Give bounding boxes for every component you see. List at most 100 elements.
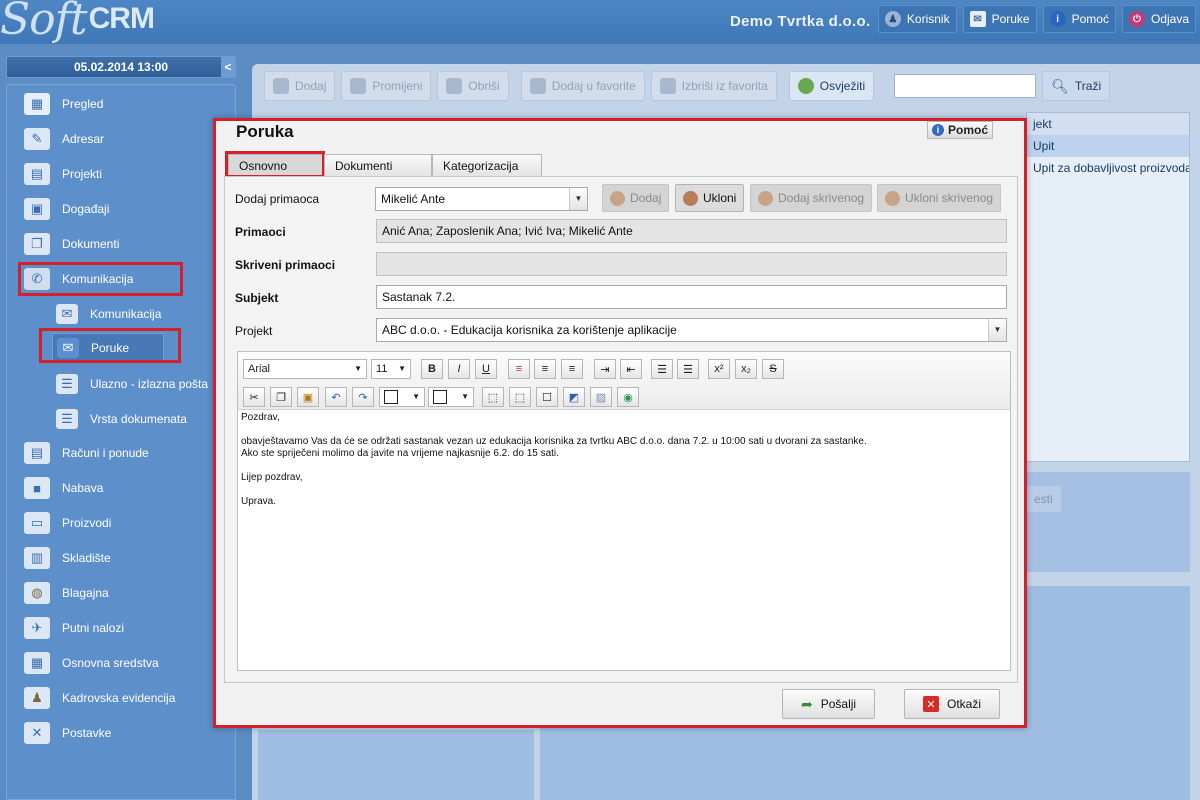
add-hidden-recipient-button[interactable]: Dodaj skrivenog: [750, 184, 873, 212]
bold-button[interactable]: B: [421, 359, 443, 379]
background-color-select[interactable]: ▼: [428, 387, 474, 407]
send-button[interactable]: ➦ Pošalji: [782, 689, 876, 719]
web-link-icon[interactable]: ◉: [617, 387, 639, 407]
pattern-icon[interactable]: ▨: [590, 387, 612, 407]
highlight-komunikacija: [18, 262, 183, 296]
remove-hidden-recipient-button[interactable]: Ukloni skrivenog: [877, 184, 1002, 212]
sidebar-subitem-komunikacija[interactable]: ✉ Komunikacija: [56, 299, 161, 329]
sidebar-subitem-ulazno-izlazna-posta[interactable]: ☰ Ulazno - izlazna pošta: [56, 369, 208, 399]
refresh-button[interactable]: Osvježiti: [788, 71, 875, 101]
overview-icon: ▦: [24, 93, 50, 115]
delete-button[interactable]: Obriši: [437, 71, 509, 101]
main-toolbar: Dodaj Promijeni Obriši Dodaj u favorite …: [256, 70, 1200, 102]
editor-line: Lijep pozdrav,: [241, 472, 303, 483]
cash-register-icon: ◍: [24, 582, 50, 604]
project-label: Projekt: [235, 324, 273, 338]
app-logo: SoftCRM: [0, 0, 155, 45]
background-panel-left: [258, 730, 534, 800]
cancel-button[interactable]: ✕ Otkaži: [904, 689, 1001, 719]
project-select[interactable]: ABC d.o.o. - Edukacija korisnika za kori…: [376, 318, 1007, 342]
sidebar-item-osnovna-sredstva[interactable]: ▦ Osnovna sredstva: [24, 648, 159, 678]
box-icon[interactable]: ☐: [536, 387, 558, 407]
sidebar-item-adresar[interactable]: ✎ Adresar: [24, 124, 104, 154]
font-family-select[interactable]: Arial ▼: [243, 359, 367, 379]
edit-icon: [350, 78, 367, 94]
dialog-help-button[interactable]: i Pomoć: [927, 121, 993, 139]
list-item[interactable]: Upit za dobavljivost proizvoda: [1027, 157, 1189, 179]
tab-dokumenti[interactable]: Dokumenti: [324, 154, 432, 177]
align-right-button[interactable]: ≡: [561, 359, 583, 379]
align-left-button[interactable]: ≡: [508, 359, 530, 379]
sidebar-item-postavke[interactable]: ✕ Postavke: [24, 718, 111, 748]
collapse-sidebar-button[interactable]: <: [221, 57, 235, 77]
remove-recipient-button[interactable]: Ukloni: [675, 184, 745, 212]
sidebar-item-dogadaji[interactable]: ▣ Događaji: [24, 194, 109, 224]
sidebar-item-blagajna[interactable]: ◍ Blagajna: [24, 578, 109, 608]
envelope-icon: ✉: [969, 11, 986, 27]
sidebar-item-putni-nalozi[interactable]: ✈ Putni nalozi: [24, 613, 124, 643]
add-recipient-label: Dodaj primaoca: [235, 192, 320, 206]
copy-icon[interactable]: ❐: [270, 387, 292, 407]
search-input[interactable]: [894, 74, 1037, 98]
messages-button[interactable]: ✉ Poruke: [962, 5, 1037, 33]
undo-icon[interactable]: ↶: [325, 387, 347, 407]
remove-from-favorites-button[interactable]: Izbriši iz favorita: [650, 71, 777, 101]
procurement-icon: ■: [24, 477, 50, 499]
fixed-assets-icon: ▦: [24, 652, 50, 674]
scissors-icon[interactable]: ✂: [243, 387, 265, 407]
chevron-down-icon: ▼: [412, 392, 420, 401]
info-icon: i: [1049, 11, 1066, 27]
sidebar-item-dokumenti[interactable]: ❐ Dokumenti: [24, 229, 119, 259]
sidebar-subitem-vrsta-dokumenata[interactable]: ☰ Vrsta dokumenata: [56, 404, 187, 434]
sidebar-item-skladiste[interactable]: ▥ Skladište: [24, 543, 111, 573]
align-center-button[interactable]: ≡: [534, 359, 556, 379]
redo-icon[interactable]: ↷: [352, 387, 374, 407]
sidebar-item-nabava[interactable]: ■ Nabava: [24, 473, 103, 503]
superscript-button[interactable]: x²: [708, 359, 730, 379]
sidebar-item-kadrovska-evidencija[interactable]: ♟ Kadrovska evidencija: [24, 683, 175, 713]
italic-button[interactable]: I: [448, 359, 470, 379]
hidden-recipients-label: Skriveni primaoci: [235, 258, 336, 272]
editor-line: Ako ste spriječeni molimo da javite na v…: [241, 448, 559, 459]
bullet-list-button[interactable]: ☰: [651, 359, 673, 379]
sidebar-item-racuni-i-ponude[interactable]: ▤ Računi i ponude: [24, 438, 149, 468]
products-icon: ▭: [24, 512, 50, 534]
warehouse-icon: ▥: [24, 547, 50, 569]
logout-button[interactable]: ⏻ Odjava: [1121, 5, 1196, 33]
underline-button[interactable]: U: [475, 359, 497, 379]
editor-body[interactable]: Pozdrav, obavještavamo Vas da će se održ…: [241, 412, 1007, 508]
add-button[interactable]: Dodaj: [264, 71, 336, 101]
numbered-list-button[interactable]: ☰: [677, 359, 699, 379]
list-item[interactable]: Upit: [1027, 135, 1189, 157]
font-size-select[interactable]: 11 ▼: [371, 359, 411, 379]
sidebar-item-proizvodi[interactable]: ▭ Proizvodi: [24, 508, 111, 538]
paste-icon[interactable]: ▣: [297, 387, 319, 407]
strikethrough-button[interactable]: S: [762, 359, 784, 379]
outdent-button[interactable]: ⇤: [620, 359, 642, 379]
dialog-title: Poruka: [236, 122, 294, 141]
chevron-down-icon: ▼: [398, 364, 406, 373]
edit-button[interactable]: Promijeni: [341, 71, 432, 101]
close-icon: ✕: [923, 696, 939, 712]
table-borders-icon[interactable]: ⬚: [482, 387, 504, 407]
subject-input[interactable]: Sastanak 7.2.: [376, 285, 1007, 309]
help-button[interactable]: i Pomoć: [1042, 5, 1116, 33]
chevron-down-icon: ▼: [354, 364, 362, 373]
address-book-icon: ✎: [24, 128, 50, 150]
image-icon[interactable]: ◩: [563, 387, 585, 407]
chevron-down-icon: ▼: [461, 392, 469, 401]
user-menu-button[interactable]: ♟ Korisnik: [877, 5, 957, 33]
subscript-button[interactable]: x₂: [735, 359, 757, 379]
search-button[interactable]: 🔍︎ Traži: [1042, 71, 1111, 101]
doc-type-icon: ☰: [56, 409, 78, 429]
text-color-select[interactable]: ▼: [379, 387, 425, 407]
recipient-select[interactable]: Mikelić Ante ▼: [375, 187, 588, 211]
dotted-box-icon[interactable]: ⬚: [509, 387, 531, 407]
tab-kategorizacija[interactable]: Kategorizacija: [432, 154, 542, 177]
sidebar-item-projekti[interactable]: ▤ Projekti: [24, 159, 102, 189]
sidebar-item-pregled[interactable]: ▦ Pregled: [24, 89, 103, 119]
indent-button[interactable]: ⇥: [594, 359, 616, 379]
editor-toolbar: Arial ▼ 11 ▼ B I U ≡ ≡ ≡ ⇥ ⇤ ☰ ☰ x² x₂ S ✂…: [238, 352, 1010, 410]
add-recipient-button[interactable]: Dodaj: [602, 184, 670, 212]
add-to-favorites-button[interactable]: Dodaj u favorite: [520, 71, 645, 101]
